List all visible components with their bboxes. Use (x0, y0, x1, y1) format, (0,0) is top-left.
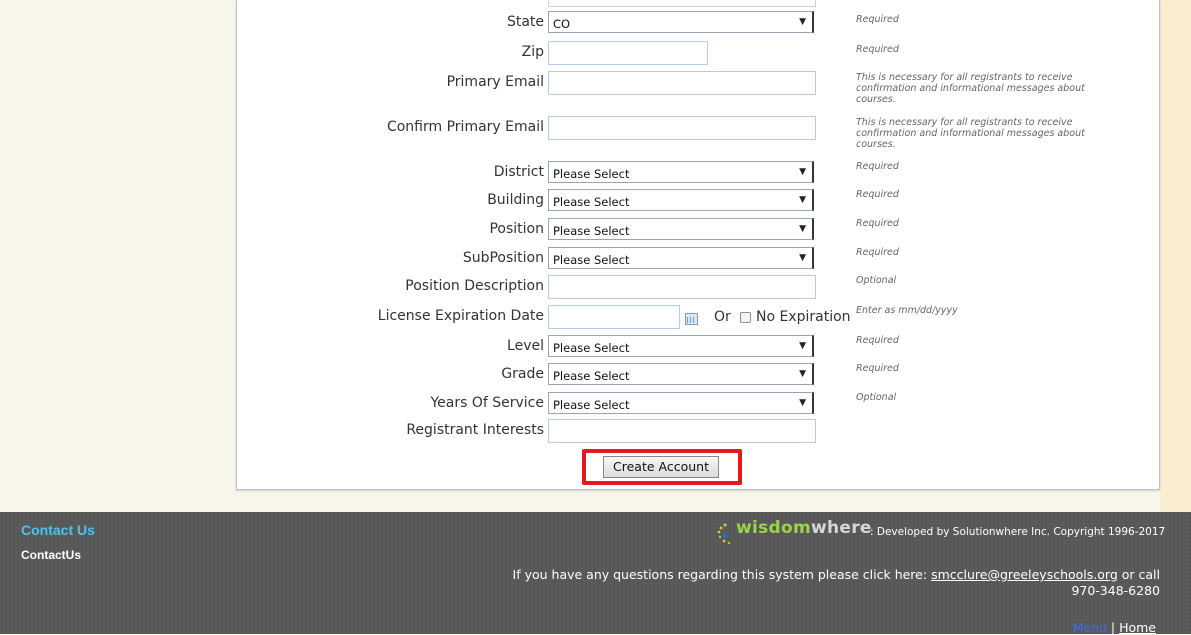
position-select[interactable]: Please Select ▼ (548, 218, 814, 240)
district-select-value: Please Select (553, 167, 630, 181)
grade-note: Required (856, 363, 899, 374)
confirm-email-input[interactable] (548, 116, 816, 140)
level-select[interactable]: Please Select ▼ (548, 335, 814, 357)
confirm-email-note: This is necessary for all registrants to… (856, 117, 1085, 150)
support-message: If you have any questions regarding this… (500, 567, 1160, 599)
support-question-text: If you have any questions regarding this… (512, 567, 928, 582)
state-select[interactable]: CO ▼ (548, 11, 814, 33)
calendar-icon[interactable] (685, 313, 698, 325)
license-expiration-input[interactable] (548, 305, 680, 329)
state-label: State (506, 14, 544, 30)
building-note: Required (856, 189, 899, 200)
registration-form-panel: State CO ▼ Required Zip Required Primary… (236, 0, 1160, 490)
chevron-down-icon: ▼ (799, 195, 806, 205)
zip-label: Zip (521, 44, 544, 60)
level-label: Level (507, 338, 544, 354)
state-note: Required (856, 14, 899, 25)
support-email-link[interactable]: smcclure@greeleyschools.org (931, 567, 1118, 582)
grade-label: Grade (501, 366, 544, 382)
logo-text: wisdomwhere (736, 518, 872, 538)
nav-separator: | (1110, 620, 1116, 635)
license-expiration-label: License Expiration Date (377, 308, 544, 324)
menu-link[interactable]: Menu (1073, 620, 1107, 635)
grade-select-value: Please Select (553, 369, 630, 383)
years-of-service-select-value: Please Select (553, 398, 630, 412)
primary-email-note: This is necessary for all registrants to… (856, 72, 1085, 105)
district-select[interactable]: Please Select ▼ (548, 161, 814, 183)
footer: Contact Us ContactUs wisdomwhere : Devel… (0, 512, 1191, 635)
district-label: District (493, 164, 544, 180)
logo-text-where: where (811, 518, 872, 538)
logo-dots-icon (717, 523, 731, 545)
contact-us-link[interactable]: ContactUs (21, 548, 81, 562)
right-margin-strip (1160, 0, 1191, 512)
developer-credit: : Developed by Solutionwhere Inc. Copyri… (870, 526, 1166, 538)
position-description-label: Position Description (405, 278, 544, 294)
primary-email-input[interactable] (548, 71, 816, 95)
no-expiration-checkbox[interactable] (740, 312, 751, 323)
registrant-interests-input[interactable] (548, 419, 816, 443)
home-link[interactable]: Home (1119, 620, 1156, 635)
subposition-select-value: Please Select (553, 253, 630, 267)
license-expiration-note: Enter as mm/dd/yyyy (856, 305, 958, 316)
chevron-down-icon: ▼ (799, 341, 806, 351)
position-select-value: Please Select (553, 224, 630, 238)
level-select-value: Please Select (553, 341, 630, 355)
create-account-button[interactable]: Create Account (603, 456, 719, 478)
zip-input[interactable] (548, 41, 708, 65)
position-description-input[interactable] (548, 275, 816, 299)
confirm-email-label: Confirm Primary Email (386, 119, 544, 135)
registrant-interests-label: Registrant Interests (406, 422, 544, 438)
bottom-nav: Menu | Home (1073, 620, 1156, 635)
chevron-down-icon: ▼ (799, 398, 806, 408)
state-select-value: CO (553, 17, 571, 31)
support-phone: 970-348-6280 (1071, 583, 1160, 598)
subposition-select[interactable]: Please Select ▼ (548, 247, 814, 269)
district-note: Required (856, 161, 899, 172)
building-select[interactable]: Please Select ▼ (548, 189, 814, 211)
logo-text-wisdom: wisdom (736, 518, 812, 538)
years-of-service-select[interactable]: Please Select ▼ (548, 392, 814, 414)
chevron-down-icon: ▼ (799, 369, 806, 379)
years-of-service-label: Years Of Service (430, 395, 544, 411)
subposition-note: Required (856, 247, 899, 258)
grade-select[interactable]: Please Select ▼ (548, 363, 814, 385)
position-label: Position (489, 221, 544, 237)
years-of-service-note: Optional (856, 392, 897, 403)
level-note: Required (856, 335, 899, 346)
no-expiration-label[interactable]: No Expiration (756, 309, 851, 325)
previous-field-edge (548, 0, 816, 7)
contact-us-heading: Contact Us (21, 522, 95, 538)
chevron-down-icon: ▼ (799, 167, 806, 177)
position-description-note: Optional (856, 275, 897, 286)
wisdomwhere-logo: wisdomwhere (716, 518, 871, 548)
chevron-down-icon: ▼ (799, 17, 806, 27)
primary-email-label: Primary Email (446, 74, 544, 90)
subposition-label: SubPosition (462, 250, 544, 266)
or-call-text: or call (1121, 567, 1160, 582)
building-label: Building (487, 192, 544, 208)
chevron-down-icon: ▼ (799, 253, 806, 263)
or-text: Or (714, 309, 731, 325)
chevron-down-icon: ▼ (799, 224, 806, 234)
building-select-value: Please Select (553, 195, 630, 209)
zip-note: Required (856, 44, 899, 55)
position-note: Required (856, 218, 899, 229)
